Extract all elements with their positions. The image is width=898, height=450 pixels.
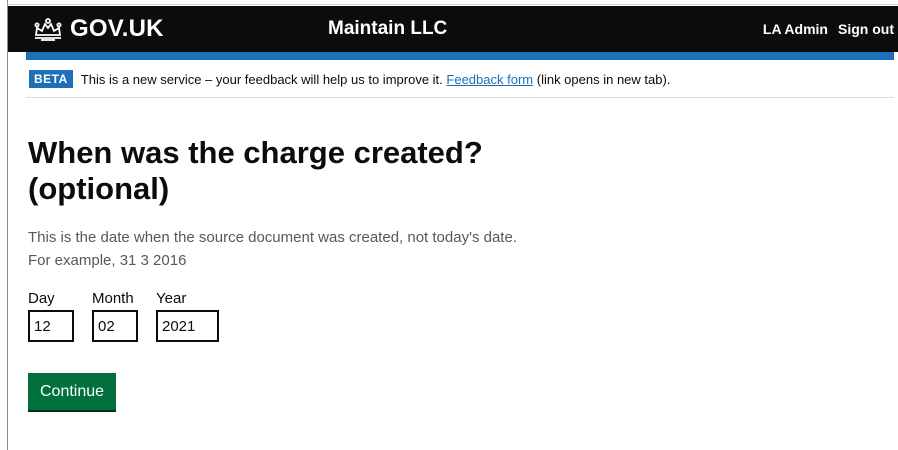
user-account-link[interactable]: LA Admin: [763, 21, 828, 37]
hint-text: This is the date when the source documen…: [28, 226, 628, 272]
phase-banner: BETA This is a new service – your feedba…: [29, 70, 670, 88]
hint-line-2: For example, 31 3 2016: [28, 252, 187, 269]
year-input[interactable]: [156, 310, 219, 342]
feedback-link[interactable]: Feedback form: [446, 72, 533, 87]
crown-icon: [34, 18, 62, 41]
phase-divider: [26, 97, 894, 98]
hint-line-1: This is the date when the source documen…: [28, 229, 517, 246]
page-title: When was the charge created? (optional): [28, 135, 483, 206]
day-input[interactable]: [28, 310, 74, 342]
month-input[interactable]: [92, 310, 138, 342]
day-label: Day: [28, 290, 55, 307]
header-accent-bar: [26, 52, 894, 60]
year-label: Year: [156, 290, 187, 307]
month-item: Month: [92, 290, 138, 342]
window-top-border: [7, 4, 898, 5]
phase-text-after: (link opens in new tab).: [536, 71, 671, 87]
site-header: GOV.UK Maintain LLC LA Admin Sign out: [8, 6, 898, 52]
header-nav: LA Admin Sign out: [763, 21, 894, 37]
beta-tag: BETA: [29, 70, 73, 88]
window-left-border: [7, 0, 8, 450]
phase-text: This is a new service – your feedback wi…: [80, 71, 443, 87]
year-item: Year: [156, 290, 219, 342]
sign-out-link[interactable]: Sign out: [838, 21, 894, 37]
date-input-group: Day Month Year: [28, 290, 237, 342]
continue-button[interactable]: Continue: [28, 373, 117, 410]
month-label: Month: [92, 290, 134, 307]
service-name[interactable]: Maintain LLC: [328, 18, 447, 40]
day-item: Day: [28, 290, 74, 342]
govuk-logo-link[interactable]: GOV.UK: [32, 15, 164, 43]
brand-text: GOV.UK: [70, 15, 164, 42]
